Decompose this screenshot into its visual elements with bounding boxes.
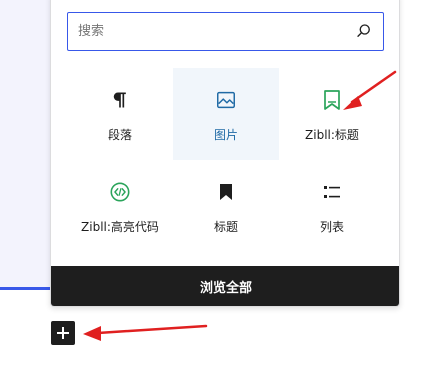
annotation-arrows <box>83 70 397 341</box>
arrow-to-zibll-title <box>343 70 397 110</box>
arrow-to-add-button <box>83 324 208 341</box>
